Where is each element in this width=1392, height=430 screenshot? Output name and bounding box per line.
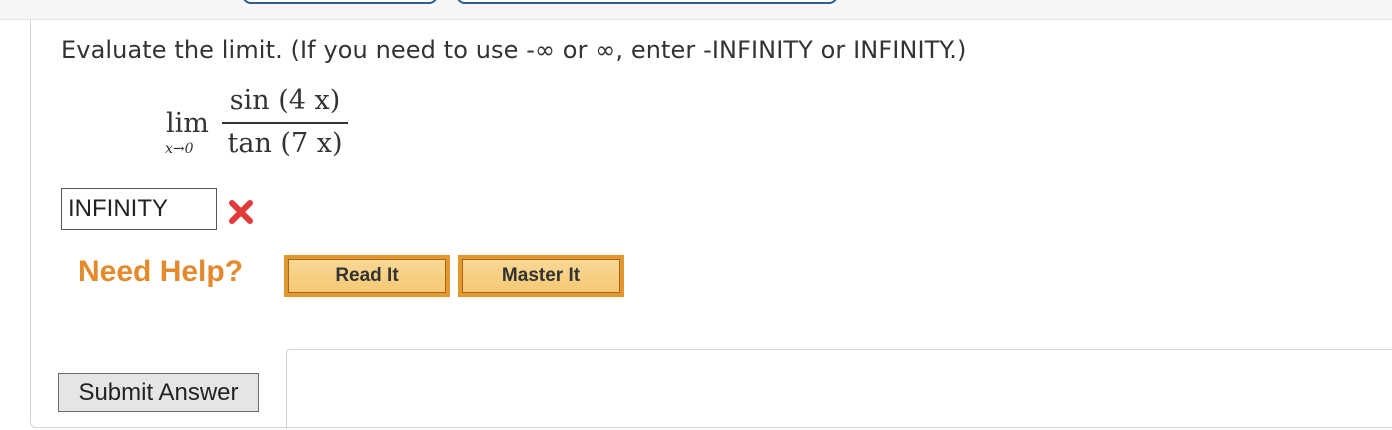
limit-operator: lim (166, 108, 209, 139)
read-it-button[interactable]: Read It (284, 255, 450, 297)
incorrect-x-icon (229, 200, 253, 224)
fraction-denominator: tan (7 x) (227, 128, 343, 159)
question-prompt: Evaluate the limit. (If you need to use … (61, 36, 967, 64)
master-it-label: Master It (462, 259, 620, 293)
need-help-label: Need Help? (78, 255, 244, 288)
master-it-button[interactable]: Master It (458, 255, 624, 297)
fraction-numerator: sin (4 x) (229, 85, 341, 116)
submit-area-divider (286, 349, 1392, 429)
submit-answer-button[interactable]: Submit Answer (58, 373, 259, 412)
fraction-bar (222, 122, 348, 124)
limit-expression: lim x→0 sin (4 x) tan (7 x) (164, 84, 354, 170)
top-nav-strip (0, 0, 1392, 20)
fraction: sin (4 x) tan (7 x) (222, 84, 348, 161)
nav-tab-left[interactable] (242, 0, 438, 4)
answer-input[interactable] (61, 188, 217, 230)
limit-subscript: x→0 (165, 141, 194, 157)
nav-tab-right[interactable] (456, 0, 838, 4)
read-it-label: Read It (288, 259, 446, 293)
